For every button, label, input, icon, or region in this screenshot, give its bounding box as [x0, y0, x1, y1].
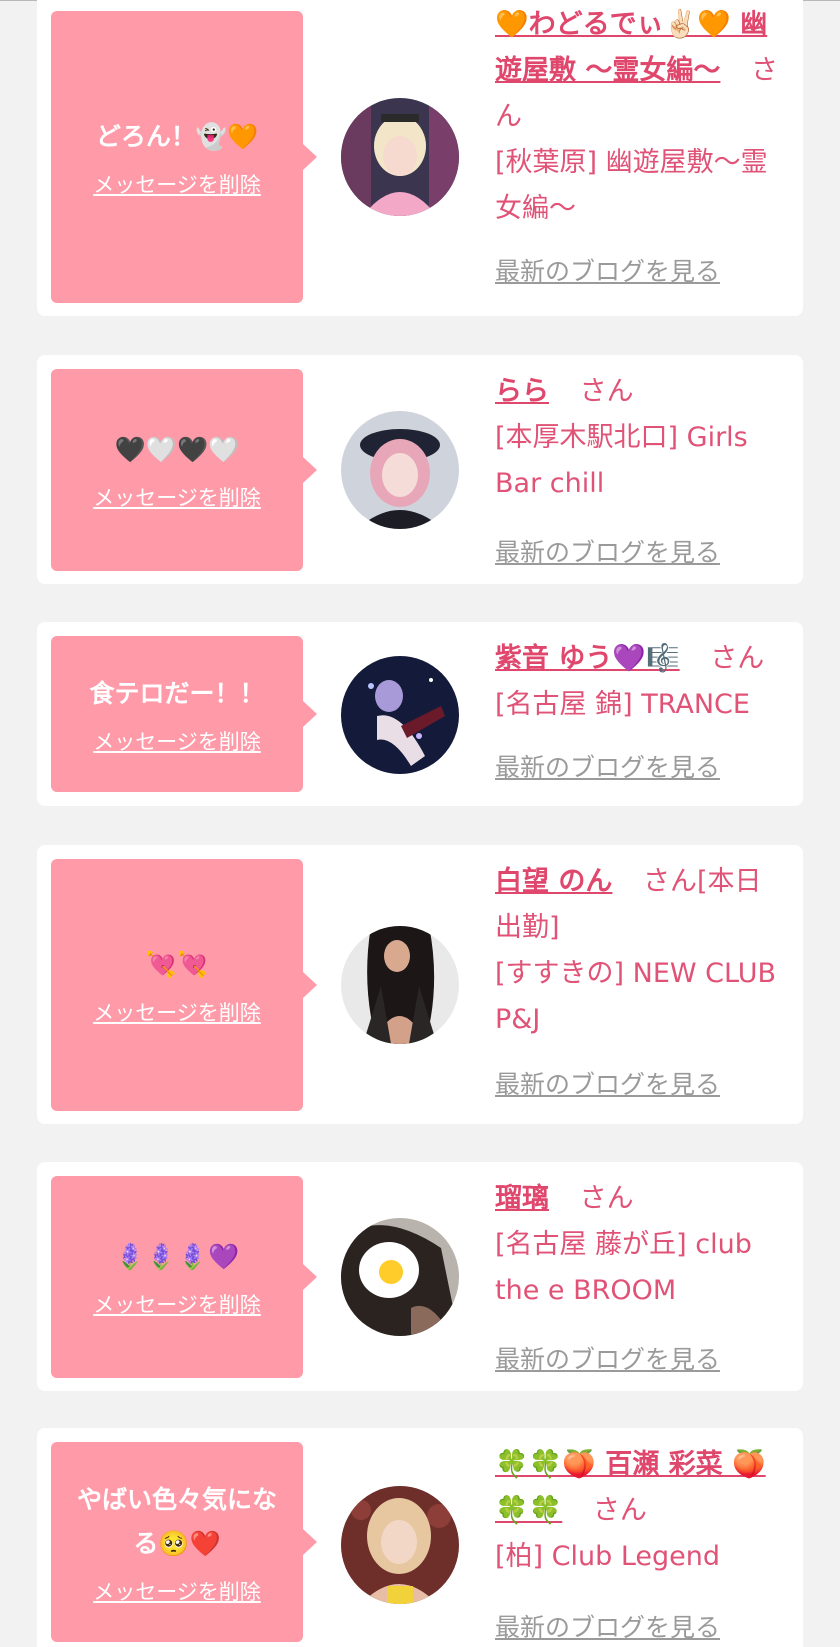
shop-name: [秋葉原] 幽遊屋敷～霊女編～ [495, 147, 768, 224]
delete-message-link[interactable]: メッセージを削除 [93, 169, 261, 199]
message-text: 食テロだー！！ [89, 679, 265, 708]
latest-blog-link[interactable]: 最新のブログを見る [495, 1340, 720, 1376]
avatar[interactable] [341, 1486, 459, 1604]
avatar[interactable] [341, 926, 459, 1044]
message-text: 💘💘 [145, 950, 209, 979]
message-bubble: どろん！👻🧡 メッセージを削除 [51, 11, 317, 303]
message-text: どろん！👻🧡 [95, 122, 259, 151]
message-bubble: 🪻🪻🪻💜 メッセージを削除 [51, 1176, 317, 1378]
honorific: さん [710, 643, 765, 674]
avatar[interactable] [341, 1218, 459, 1336]
cast-name-link[interactable]: 🧡わどるでぃ✌🏻🧡 幽遊屋敷 ～霊女編～ [495, 9, 767, 86]
cast-name-link[interactable]: 瑠璃 [495, 1183, 549, 1214]
delete-message-link[interactable]: メッセージを削除 [93, 726, 261, 756]
latest-blog-link[interactable]: 最新のブログを見る [495, 533, 720, 569]
latest-blog-link[interactable]: 最新のブログを見る [495, 748, 720, 784]
cast-name-link[interactable]: らら [495, 376, 549, 407]
delete-message-link[interactable]: メッセージを削除 [93, 997, 261, 1027]
cast-info: 🍀🍀🍑 百瀬 彩菜 🍑🍀🍀 さん [柏] Club Legend [495, 1442, 785, 1580]
message-card: 🖤🤍🖤🤍 メッセージを削除 らら さん [本厚木駅北口] Girls Bar c… [37, 355, 803, 584]
shop-name: [柏] Club Legend [495, 1541, 721, 1572]
avatar[interactable] [341, 98, 459, 216]
avatar[interactable] [341, 411, 459, 529]
message-card: やばい色々気になる🥺❤️ メッセージを削除 🍀🍀🍑 百瀬 彩菜 🍑🍀🍀 さん [… [37, 1428, 803, 1647]
message-text: やばい色々気になる🥺❤️ [76, 1485, 277, 1558]
latest-blog-link[interactable]: 最新のブログを見る [495, 1065, 720, 1101]
honorific: さん [579, 376, 634, 407]
cast-info: 紫音 ゆう💜🎼 さん [名古屋 錦] TRANCE [495, 636, 785, 728]
message-bubble: 🖤🤍🖤🤍 メッセージを削除 [51, 369, 317, 571]
honorific: さん [579, 1183, 634, 1214]
honorific: さん [592, 1495, 647, 1526]
delete-message-link[interactable]: メッセージを削除 [93, 1576, 261, 1606]
cast-name-link[interactable]: 白望 のん [495, 866, 612, 897]
delete-message-link[interactable]: メッセージを削除 [93, 482, 261, 512]
cast-info: らら さん [本厚木駅北口] Girls Bar chill [495, 369, 785, 507]
shop-name: [名古屋 錦] TRANCE [495, 689, 750, 720]
message-card: 食テロだー！！ メッセージを削除 紫音 ゆう💜🎼 さん [名古屋 錦] TRAN… [37, 622, 803, 806]
shop-name: [名古屋 藤が丘] club the e BROOM [495, 1229, 752, 1306]
shop-name: [すすきの] NEW CLUB P&J [495, 958, 777, 1035]
message-text: 🖤🤍🖤🤍 [114, 435, 240, 464]
cast-info: 白望 のん さん[本日出勤] [すすきの] NEW CLUB P&J [495, 859, 785, 1043]
message-bubble: 食テロだー！！ メッセージを削除 [51, 636, 317, 792]
cast-name-link[interactable]: 紫音 ゆう💜🎼 [495, 643, 680, 674]
cast-info: 瑠璃 さん [名古屋 藤が丘] club the e BROOM [495, 1176, 785, 1314]
delete-message-link[interactable]: メッセージを削除 [93, 1289, 261, 1319]
message-card: 💘💘 メッセージを削除 白望 のん さん[本日出勤] [すすきの] NEW CL… [37, 845, 803, 1124]
message-bubble: 💘💘 メッセージを削除 [51, 859, 317, 1111]
avatar[interactable] [341, 656, 459, 774]
message-bubble: やばい色々気になる🥺❤️ メッセージを削除 [51, 1442, 317, 1642]
shop-name: [本厚木駅北口] Girls Bar chill [495, 422, 748, 499]
latest-blog-link[interactable]: 最新のブログを見る [495, 252, 720, 288]
message-text: 🪻🪻🪻💜 [114, 1242, 240, 1271]
latest-blog-link[interactable]: 最新のブログを見る [495, 1608, 720, 1644]
message-card: どろん！👻🧡 メッセージを削除 🧡わどるでぃ✌🏻🧡 幽遊屋敷 ～霊女編～ さん … [37, 0, 803, 316]
message-card: 🪻🪻🪻💜 メッセージを削除 瑠璃 さん [名古屋 藤が丘] club the e… [37, 1162, 803, 1391]
cast-info: 🧡わどるでぃ✌🏻🧡 幽遊屋敷 ～霊女編～ さん [秋葉原] 幽遊屋敷～霊女編～ [495, 2, 785, 232]
